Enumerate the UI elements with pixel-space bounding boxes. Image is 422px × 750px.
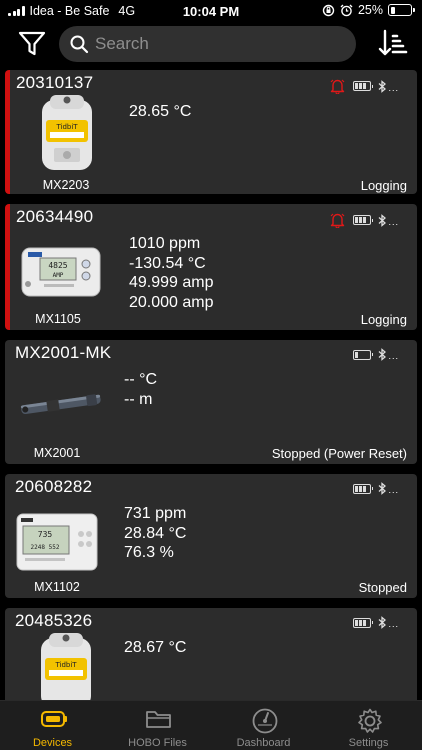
status-icons: 25% (322, 3, 415, 17)
device-battery-icon (353, 215, 374, 225)
device-readings: -- °C -- m (124, 370, 157, 409)
device-card[interactable]: 20634490 ... 4825 AMP MX1105 1010 ppm -1… (5, 204, 417, 330)
device-status: Logging (360, 178, 407, 193)
device-list: 20310137 ... TidbiT MX2203 28.65 °C Logg… (0, 68, 422, 700)
tab-label: Devices (32, 737, 73, 749)
mx1105-logger-image: 4825 AMP (21, 247, 101, 297)
folder-icon (146, 711, 171, 728)
svg-text:TidbiT: TidbiT (54, 661, 77, 669)
device-serial: 20608282 (15, 477, 93, 496)
device-serial: 20634490 (16, 207, 94, 226)
bluetooth-signal-icon: ... (378, 616, 399, 629)
tidbit-logger-image: TidbiT (41, 633, 91, 700)
filter-icon (18, 31, 46, 56)
device-model: MX1102 (34, 580, 80, 594)
tab-devices[interactable]: Devices (0, 701, 105, 750)
device-readings: 731 ppm 28.84 °C 76.3 % (124, 504, 186, 563)
orientation-lock-icon (322, 4, 335, 16)
device-readings: 28.67 °C (124, 638, 186, 658)
device-status: Logging (360, 312, 407, 327)
tab-dashboard[interactable]: Dashboard (211, 701, 316, 750)
toolbar (0, 22, 422, 66)
status-bar: Idea - Be Safe 4G 10:04 PM 25% (0, 0, 422, 22)
reading-value: 28.65 °C (129, 103, 192, 120)
device-status-icons: ... (329, 212, 399, 228)
tab-bar: Devices HOBO Files Dashboard Settings (0, 700, 422, 750)
tab-label: HOBO Files (128, 737, 187, 749)
reading-value: -- °C (124, 371, 158, 388)
gauge-icon (252, 708, 278, 734)
devices-icon (41, 711, 67, 727)
svg-text:AMP: AMP (53, 272, 64, 279)
reading-value: -- m (124, 390, 153, 408)
device-serial: 20310137 (16, 73, 94, 92)
device-status: Stopped (Power Reset) (271, 446, 407, 461)
device-status: Stopped (358, 580, 407, 595)
device-model: MX2001 (33, 446, 81, 460)
tab-hobo-files[interactable]: HOBO Files (105, 701, 210, 750)
svg-text:2248 552: 2248 552 (31, 544, 60, 551)
bluetooth-signal-icon: ... (378, 348, 399, 361)
device-serial: MX2001-MK (15, 343, 112, 362)
tidbit-logger-image: TidbiT (42, 95, 92, 170)
device-card[interactable]: 20608282 ... 735 2248 552 MX1102 731 ppm… (5, 474, 417, 598)
reading-value: -130.54 °C (129, 254, 206, 272)
device-model: MX1105 (35, 312, 81, 326)
device-battery-icon (353, 617, 374, 628)
device-battery-icon (353, 483, 374, 494)
sort-button[interactable] (378, 28, 408, 58)
tab-label: Dashboard (236, 737, 291, 749)
reading-value: 76.3 % (124, 544, 174, 561)
reading-value: 1010 ppm (129, 235, 201, 252)
device-readings: 28.65 °C (129, 102, 191, 122)
bluetooth-signal-icon: ... (378, 79, 399, 93)
device-status-icons: ... (353, 482, 399, 495)
reading-value: 49.999 amp (129, 274, 214, 291)
co2-logger-image: 735 2248 552 (16, 513, 98, 571)
reading-value: 28.67 °C (124, 639, 187, 656)
device-serial: 20485326 (15, 611, 93, 630)
reading-value: 20.000 amp (129, 293, 214, 311)
reading-value: 28.84 °C (124, 524, 187, 542)
alarm-bell-icon (331, 79, 345, 94)
svg-text:4825: 4825 (48, 261, 67, 270)
filter-button[interactable] (17, 28, 47, 58)
reading-value: 731 ppm (124, 505, 187, 522)
search-icon (70, 35, 89, 54)
svg-text:TidbiT: TidbiT (55, 123, 78, 131)
water-level-logger-image (20, 394, 101, 415)
alarm-clock-icon (340, 4, 353, 16)
tab-label: Settings (348, 737, 389, 749)
search-input[interactable] (95, 34, 335, 54)
device-readings: 1010 ppm -130.54 °C 49.999 amp 20.000 am… (129, 234, 214, 312)
alarm-bell-icon (331, 213, 345, 228)
battery-percent: 25% (357, 3, 383, 17)
svg-text:735: 735 (38, 530, 53, 539)
device-status-icons: ... (353, 348, 399, 361)
device-card[interactable]: MX2001-MK ... MX2001 -- °C -- m Stopped … (5, 340, 417, 464)
bluetooth-signal-icon: ... (378, 482, 399, 495)
device-status-icons: ... (329, 78, 399, 94)
device-card[interactable]: 20310137 ... TidbiT MX2203 28.65 °C Logg… (5, 70, 417, 194)
search-bar[interactable] (59, 26, 356, 62)
tab-settings[interactable]: Settings (316, 701, 421, 750)
device-battery-icon (353, 349, 374, 360)
device-status-icons: ... (353, 616, 399, 629)
battery-icon (388, 4, 415, 16)
device-model: MX2203 (42, 178, 90, 192)
bluetooth-signal-icon: ... (378, 213, 399, 227)
device-battery-icon (353, 81, 374, 91)
sort-icon (378, 29, 408, 56)
gear-icon (358, 708, 382, 733)
device-card[interactable]: 20485326 ... TidbiT 28.67 °C (5, 608, 417, 700)
